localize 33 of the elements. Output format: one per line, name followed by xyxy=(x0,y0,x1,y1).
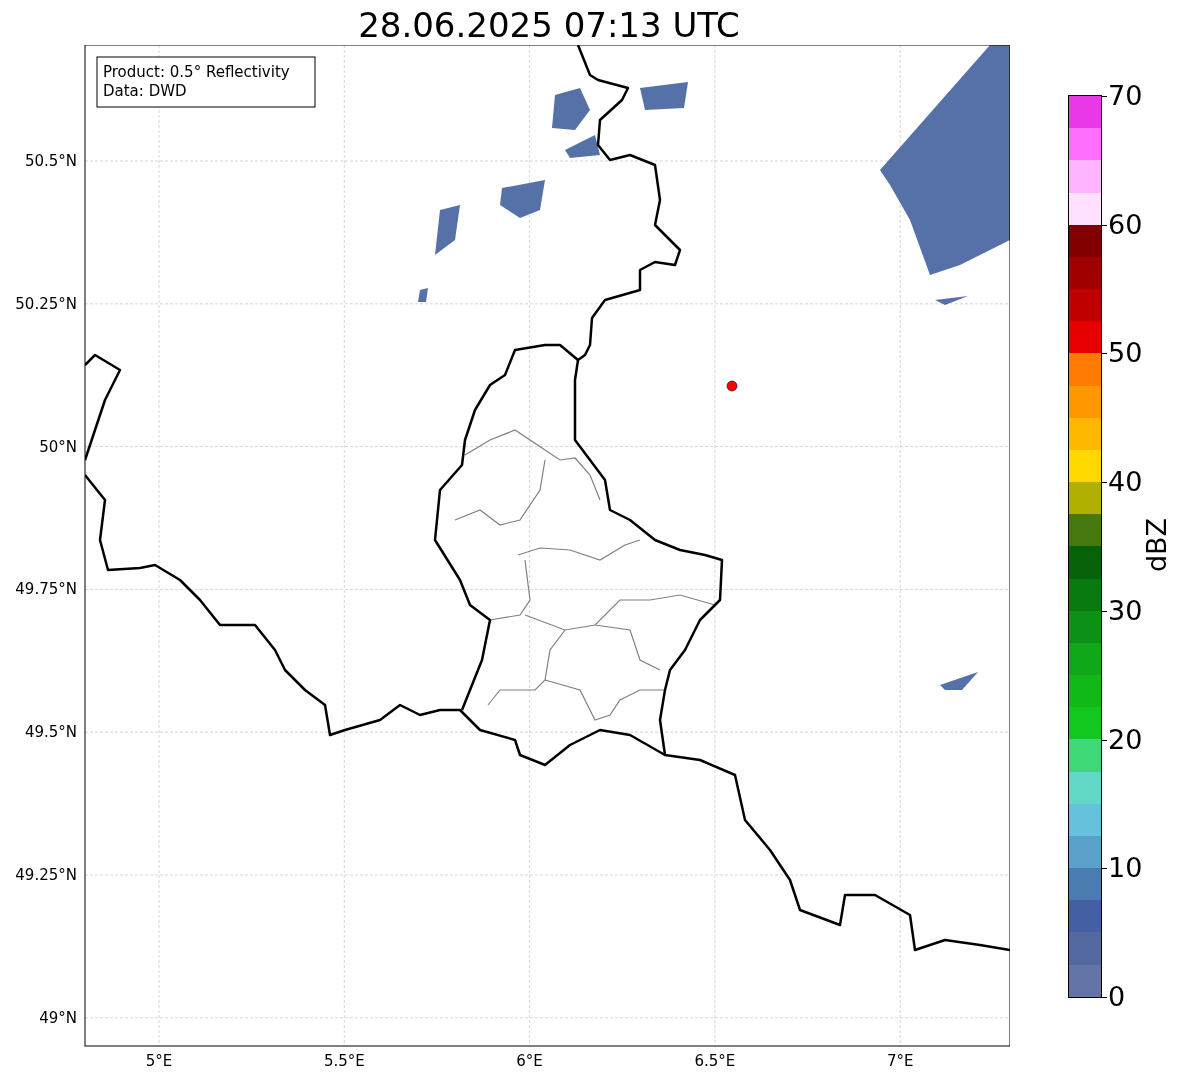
radar-echo xyxy=(435,205,460,255)
radar-echo xyxy=(552,88,590,130)
colorbar-tick-label: 40 xyxy=(1108,467,1143,498)
longitude-label: 6°E xyxy=(516,1052,543,1070)
longitude-label: 7°E xyxy=(886,1052,914,1070)
radar-echo xyxy=(418,288,428,302)
colorbar-tick-label: 30 xyxy=(1108,595,1143,626)
colorbar-label: dBZ xyxy=(1140,517,1172,573)
latitude-label: 49.25°N xyxy=(15,866,77,884)
radar-echo xyxy=(565,135,600,158)
longitude-label: 6.5°E xyxy=(694,1052,736,1070)
colorbar-tick-label: 0 xyxy=(1108,982,1126,1012)
legend-text: Data: DWD xyxy=(103,82,187,100)
colorbar-tick-label: 10 xyxy=(1108,853,1143,884)
latitude-label: 50.5°N xyxy=(24,152,77,170)
legend-text: Product: 0.5° Reflectivity xyxy=(103,63,290,81)
latitude-label: 49.5°N xyxy=(24,723,77,742)
longitude-label: 5°E xyxy=(145,1052,173,1070)
latitude-label: 50.25°N xyxy=(15,294,77,313)
latitude-label: 49.75°N xyxy=(15,580,77,599)
radar-echo xyxy=(500,180,545,218)
colorbar-tick-label: 60 xyxy=(1108,209,1143,240)
radar-echo xyxy=(940,672,978,690)
colorbar-tick-label: 50 xyxy=(1108,338,1143,369)
chart-title: 28.06.2025 07:13 UTC xyxy=(358,5,740,45)
colorbar-tick-label: 70 xyxy=(1108,81,1143,111)
location-marker xyxy=(726,380,738,392)
longitude-label: 5.5°E xyxy=(323,1052,365,1070)
radar-echo xyxy=(640,82,688,110)
radar-echo xyxy=(935,296,968,305)
latitude-label: 50°N xyxy=(39,437,77,456)
latitude-label: 49°N xyxy=(39,1008,77,1027)
colorbar-tick-label: 20 xyxy=(1108,724,1143,755)
